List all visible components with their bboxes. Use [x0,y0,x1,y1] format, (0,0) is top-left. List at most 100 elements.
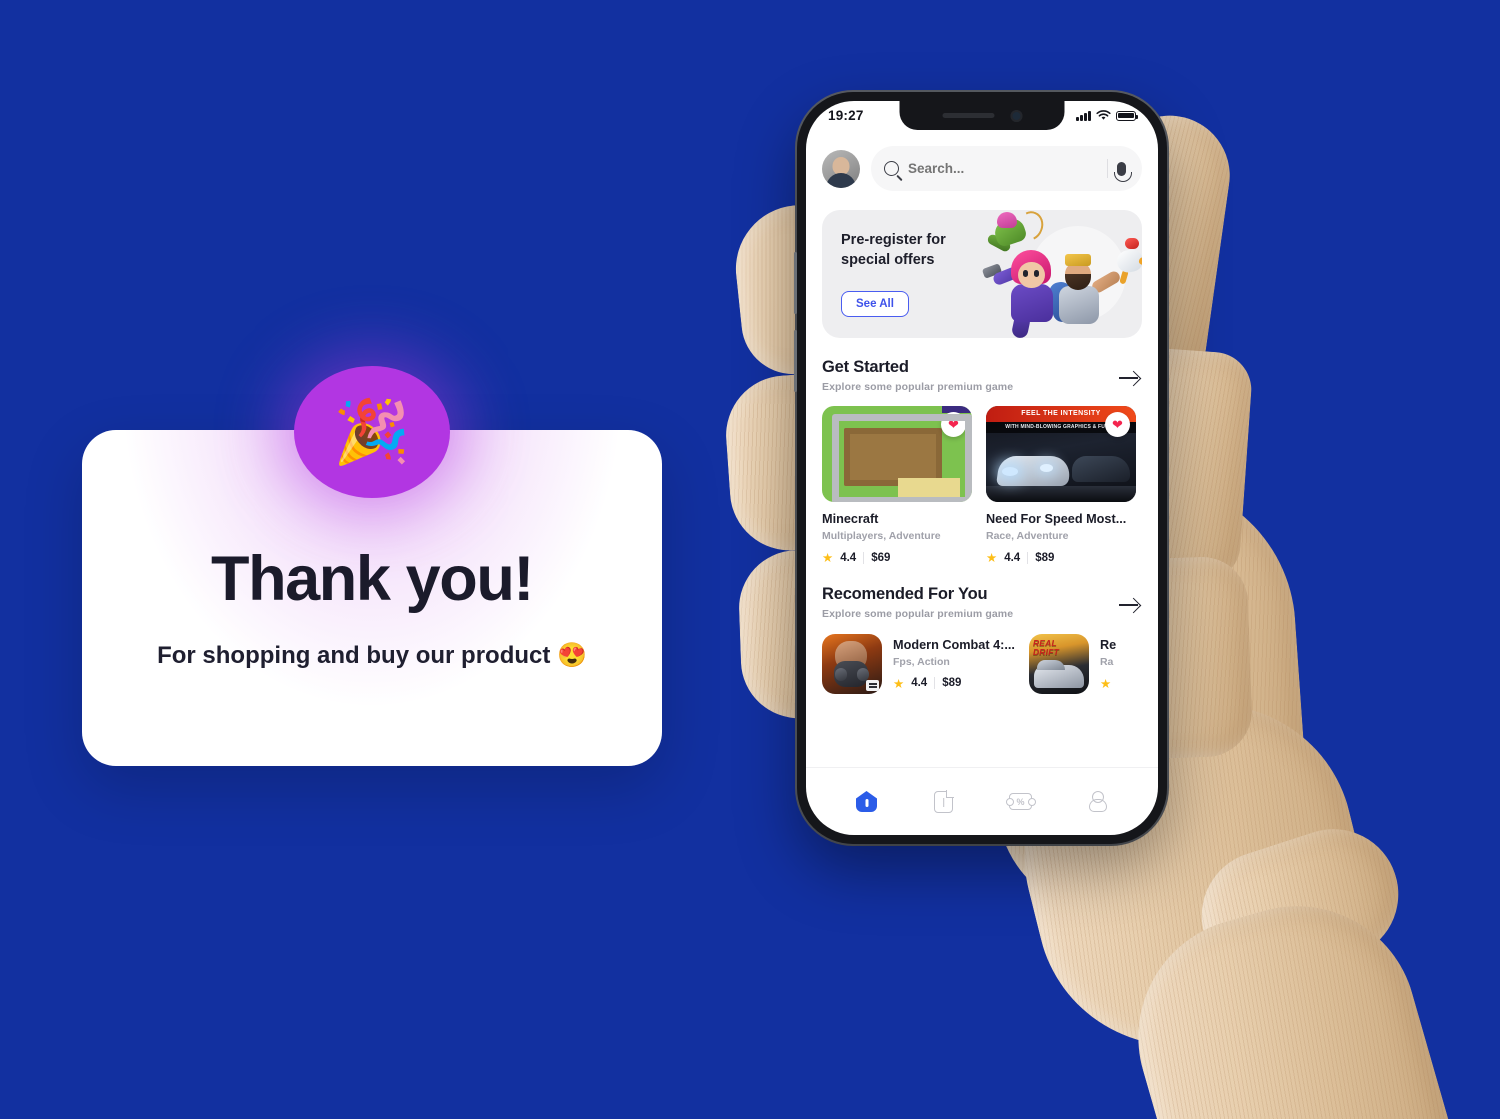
game-rating: 4.4 [911,677,928,689]
party-popper-icon: 🎉 [294,366,450,498]
game-price: $89 [1035,551,1055,564]
discount-ticket-icon: % [1005,793,1036,810]
nfs-car-dark [1072,456,1130,482]
king-body [1059,286,1099,324]
game-meta: ★ [1100,676,1116,691]
wifi-icon [1096,110,1111,120]
tab-home[interactable] [850,785,884,819]
get-started-card-list: ❤ Minecraft Multiplayers, Adventure ★ 4.… [806,393,1158,565]
game-genre: Ra [1099,655,1114,668]
meta-divider [1027,551,1029,564]
meta-divider [934,677,936,689]
avatar[interactable] [822,149,860,188]
app-content: Pre-register for special offers See All [806,130,1158,835]
game-name: Minecraft [822,512,879,526]
list-item[interactable]: REAL DRIFT Re Ra ★ [1028,634,1116,694]
real-drift-logo-line2: DRIFT [1032,647,1059,657]
game-genre: Multiplayers, Adventure [822,530,941,542]
game-price: $89 [942,677,962,689]
arrow-right-icon[interactable] [1116,592,1142,618]
star-icon: ★ [893,676,905,691]
see-all-button[interactable]: See All [841,291,909,317]
section-text-block: Recomended For You Explore some popular … [822,585,1013,620]
home-icon [856,791,877,812]
front-camera-icon [1010,109,1022,122]
game-rating: 4.4 [840,551,857,564]
profile-icon [1089,791,1106,813]
arrow-right-icon[interactable] [1116,365,1142,391]
hero-eye-right [1034,270,1039,277]
section-header-get-started: Get Started Explore some popular premium… [806,338,1158,393]
download-icon [934,789,954,813]
cellular-signal-icon [1076,110,1091,121]
bottom-tab-bar: % [806,767,1158,835]
star-icon: ★ [986,551,998,565]
game-genre: Fps, Action [893,655,950,668]
party-popper-glyph: 🎉 [333,398,411,467]
real-drift-logo: REAL DRIFT [1033,639,1085,659]
gameloft-badge-icon [866,680,879,691]
banner-title: Pre-register for special offers [841,232,946,268]
phone-device: 19:27 Search... Pre-register for special… [794,92,1167,844]
section-text-block: Get Started Explore some popular premium… [822,358,1013,393]
favorite-heart-icon[interactable]: ❤ [1105,412,1130,437]
page-title: Thank you! [210,544,534,614]
hero-face [1018,262,1045,288]
game-card[interactable]: ❤ Minecraft Multiplayers, Adventure ★ 4.… [822,406,972,565]
search-icon [884,161,899,176]
list-item-info: Re Ra ★ [1100,638,1116,691]
game-meta: ★ 4.4 $69 [822,550,972,565]
status-icons [1076,110,1138,121]
need-for-speed-thumbnail: FEEL THE INTENSITY WITH MIND-BLOWING GRA… [986,406,1136,502]
thank-you-subtitle: For shopping and buy our product 😍 [157,642,587,669]
game-name: Need For Speed Most... [986,512,1127,526]
game-name: Modern Combat 4:... [893,637,1015,652]
battery-icon [1116,110,1138,121]
phone-screen: 19:27 Search... Pre-register for special… [806,101,1158,835]
minecraft-thumbnail: ❤ [822,406,972,502]
hero-eye-left [1023,270,1028,277]
archer-hair [997,212,1017,228]
search-input[interactable] [908,161,1098,176]
game-meta: ★ 4.4 $89 [986,550,1136,565]
game-card[interactable]: FEEL THE INTENSITY WITH MIND-BLOWING GRA… [986,406,1136,565]
section-title: Recomended For You [822,585,988,603]
tab-downloads[interactable] [927,785,961,819]
phone-notch [899,101,1065,130]
section-subtitle: Explore some popular premium game [822,381,1014,393]
game-name: Re [1099,637,1117,652]
drift-car [1033,660,1084,688]
tab-profile[interactable] [1081,785,1115,819]
tab-discounts[interactable]: % [1004,785,1038,819]
favorite-heart-icon[interactable]: ❤ [941,412,966,437]
nfs-headlight-2 [1040,464,1053,472]
search-divider [1107,159,1108,178]
real-drift-icon: REAL DRIFT [1028,634,1089,694]
nfs-headlight [1002,467,1018,476]
microphone-icon[interactable] [1113,161,1132,182]
king-crown [1065,254,1091,266]
star-icon: ★ [1099,676,1112,691]
list-item-info: Modern Combat 4:... Fps, Action ★ 4.4 $8… [893,638,1015,691]
pre-register-banner[interactable]: Pre-register for special offers See All [822,210,1142,338]
search-bar[interactable] [871,146,1142,191]
app-header [806,130,1158,191]
status-clock: 19:27 [828,108,864,123]
meta-divider [863,551,865,564]
game-rating: 4.4 [1004,551,1021,564]
nfs-road [986,486,1136,502]
recommended-card-list: Modern Combat 4:... Fps, Action ★ 4.4 $8… [806,620,1158,694]
game-genre: Race, Adventure [986,530,1069,542]
section-title: Get Started [822,358,909,376]
earpiece-speaker [942,113,994,118]
modern-combat-icon [822,634,882,694]
mask-canister-left [835,668,847,681]
section-header-recommended: Recomended For You Explore some popular … [806,565,1158,620]
section-subtitle: Explore some popular premium game [822,608,1014,620]
game-price: $69 [871,551,891,564]
chicken-comb [1125,238,1139,249]
list-item[interactable]: Modern Combat 4:... Fps, Action ★ 4.4 $8… [822,634,1015,694]
game-meta: ★ 4.4 $89 [893,676,1015,691]
minecraft-sand [898,478,960,500]
banner-characters-art [973,210,1142,338]
